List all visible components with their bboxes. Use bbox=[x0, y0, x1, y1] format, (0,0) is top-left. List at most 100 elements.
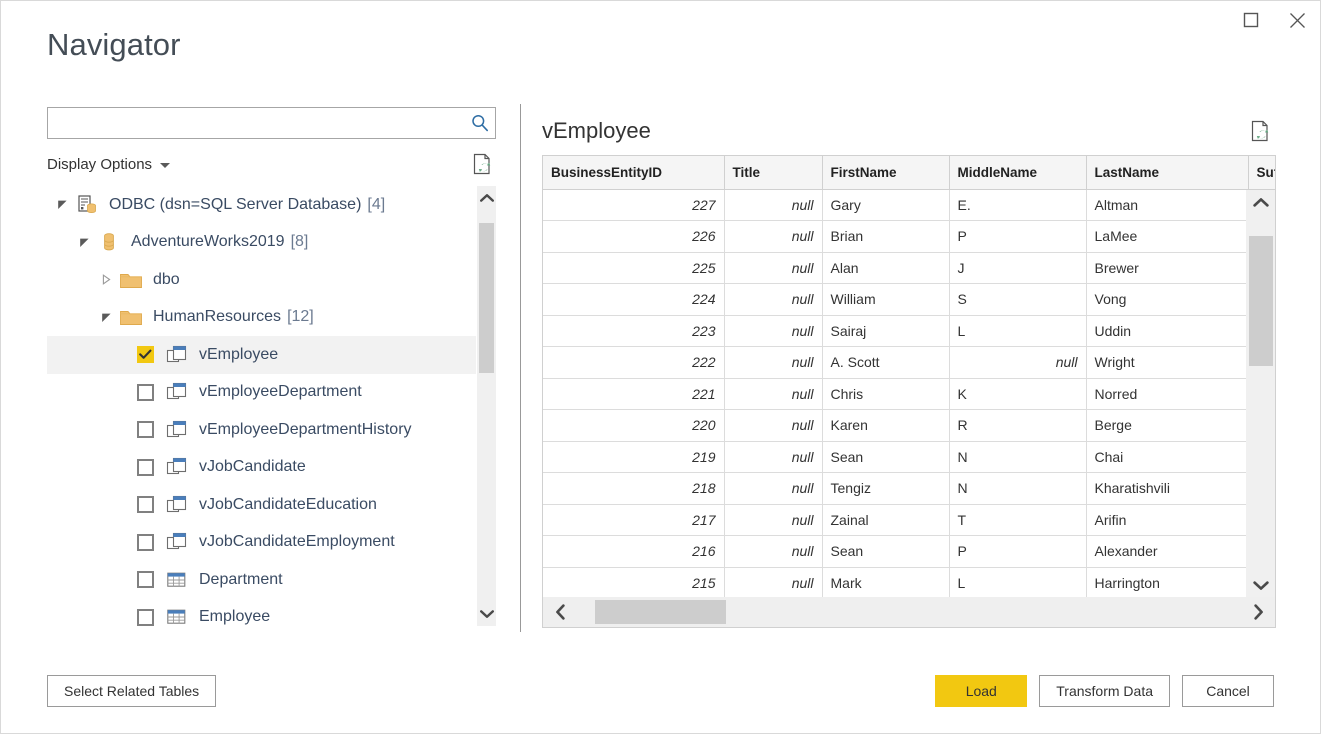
table-row[interactable]: 216nullSeanPAlexander bbox=[543, 536, 1276, 568]
table-row[interactable]: 226nullBrianPLaMee bbox=[543, 221, 1276, 253]
search-icon[interactable] bbox=[465, 108, 495, 138]
tree-scrollbar[interactable] bbox=[477, 186, 496, 626]
checkbox-checked[interactable] bbox=[137, 346, 154, 363]
cell-middlename: N bbox=[949, 473, 1086, 505]
expander-expanded-icon[interactable] bbox=[53, 186, 71, 224]
grid-scrollbar-thumb[interactable] bbox=[1249, 236, 1273, 366]
tree-item-label: vJobCandidateEducation bbox=[199, 496, 377, 514]
checkbox-unchecked[interactable] bbox=[137, 496, 154, 513]
cell-firstname: Mark bbox=[822, 567, 949, 599]
tree-item-count: [4] bbox=[367, 196, 385, 214]
cell-title: null bbox=[724, 441, 822, 473]
checkbox-unchecked[interactable] bbox=[137, 534, 154, 551]
refresh-preview-button[interactable] bbox=[1248, 119, 1272, 143]
checkbox-unchecked[interactable] bbox=[137, 384, 154, 401]
cell-firstname: Sean bbox=[822, 441, 949, 473]
tree-item-vjobcandidateeducation[interactable]: vJobCandidateEducation bbox=[47, 486, 476, 524]
grid-scroll-right-button[interactable] bbox=[1241, 597, 1275, 627]
preview-table: BusinessEntityIDTitleFirstNameMiddleName… bbox=[543, 156, 1276, 599]
expander-collapsed-icon[interactable] bbox=[97, 261, 115, 299]
table-icon bbox=[165, 569, 189, 591]
cell-middlename: N bbox=[949, 441, 1086, 473]
grid-horizontal-scrollbar[interactable] bbox=[543, 597, 1275, 627]
tree-item-vjobcandidateemployment[interactable]: vJobCandidateEmployment bbox=[47, 524, 476, 562]
column-header-title[interactable]: Title bbox=[724, 156, 822, 189]
checkbox-unchecked[interactable] bbox=[137, 459, 154, 476]
checkbox-unchecked[interactable] bbox=[137, 421, 154, 438]
cell-businessentityid: 227 bbox=[543, 189, 724, 221]
expander-expanded-icon[interactable] bbox=[97, 299, 115, 337]
grid-scroll-left-button[interactable] bbox=[543, 597, 577, 627]
tree-item-dbo[interactable]: dbo bbox=[47, 261, 476, 299]
tree-item-label: Department bbox=[199, 571, 283, 589]
select-related-tables-button[interactable]: Select Related Tables bbox=[47, 675, 216, 707]
table-row[interactable]: 221nullChrisKNorred bbox=[543, 378, 1276, 410]
tree-item-vemployee[interactable]: vEmployee bbox=[47, 336, 476, 374]
grid-hscroll-track[interactable] bbox=[577, 597, 1241, 627]
table-row[interactable]: 223nullSairajLUddin bbox=[543, 315, 1276, 347]
tree-node-list: ODBC (dsn=SQL Server Database) [4]Advent… bbox=[47, 186, 476, 626]
tree-item-adventureworks2019[interactable]: AdventureWorks2019 [8] bbox=[47, 224, 476, 262]
column-header-businessentityid[interactable]: BusinessEntityID bbox=[543, 156, 724, 189]
chevron-down-icon bbox=[160, 163, 170, 168]
table-header-row: BusinessEntityIDTitleFirstNameMiddleName… bbox=[543, 156, 1276, 189]
cell-businessentityid: 223 bbox=[543, 315, 724, 347]
table-row[interactable]: 222nullA. ScottnullWright bbox=[543, 347, 1276, 379]
expander-expanded-icon[interactable] bbox=[75, 224, 93, 262]
checkbox-unchecked[interactable] bbox=[137, 609, 154, 626]
panel-divider bbox=[520, 104, 521, 632]
tree-item-vemployeedepartmenthistory[interactable]: vEmployeeDepartmentHistory bbox=[47, 411, 476, 449]
table-row[interactable]: 220nullKarenRBerge bbox=[543, 410, 1276, 442]
tree-item-humanresources[interactable]: HumanResources [12] bbox=[47, 299, 476, 337]
view-icon bbox=[165, 494, 189, 516]
cell-firstname: A. Scott bbox=[822, 347, 949, 379]
column-header-firstname[interactable]: FirstName bbox=[822, 156, 949, 189]
grid-vertical-scrollbar[interactable] bbox=[1246, 190, 1275, 597]
search-input[interactable] bbox=[48, 109, 465, 137]
transform-data-button[interactable]: Transform Data bbox=[1039, 675, 1170, 707]
folder-icon bbox=[119, 269, 143, 291]
refresh-tree-button[interactable] bbox=[470, 151, 494, 177]
tree-scrollbar-thumb[interactable] bbox=[479, 223, 494, 373]
preview-title: vEmployee bbox=[542, 118, 651, 144]
column-header-middlename[interactable]: MiddleName bbox=[949, 156, 1086, 189]
grid-hscrollbar-thumb[interactable] bbox=[595, 600, 726, 624]
close-button[interactable] bbox=[1274, 1, 1320, 39]
maximize-icon bbox=[1243, 12, 1259, 28]
tree-item-vjobcandidate[interactable]: vJobCandidate bbox=[47, 449, 476, 487]
view-icon bbox=[165, 381, 189, 403]
tree-item-employee[interactable]: Employee bbox=[47, 599, 476, 627]
table-row[interactable]: 218nullTengizNKharatishvili bbox=[543, 473, 1276, 505]
table-row[interactable]: 225nullAlanJBrewer bbox=[543, 252, 1276, 284]
cell-middlename: P bbox=[949, 536, 1086, 568]
grid-scroll-up-button[interactable] bbox=[1246, 190, 1275, 214]
cell-middlename: P bbox=[949, 221, 1086, 253]
tree-item-odbc-dsn-sql-server-database[interactable]: ODBC (dsn=SQL Server Database) [4] bbox=[47, 186, 476, 224]
search-box[interactable] bbox=[47, 107, 496, 139]
page-title: Navigator bbox=[47, 29, 181, 60]
table-row[interactable]: 219nullSeanNChai bbox=[543, 441, 1276, 473]
tree-scroll-up-button[interactable] bbox=[477, 186, 496, 210]
column-header-suffix[interactable]: Suffix bbox=[1248, 156, 1276, 189]
expander-spacer bbox=[119, 336, 137, 374]
display-options-dropdown[interactable]: Display Options bbox=[47, 156, 170, 173]
tree-item-label: HumanResources bbox=[153, 308, 281, 326]
display-options-label: Display Options bbox=[47, 156, 152, 173]
tree-scroll-down-button[interactable] bbox=[477, 602, 496, 626]
cell-middlename: L bbox=[949, 315, 1086, 347]
tree-item-department[interactable]: Department bbox=[47, 561, 476, 599]
table-row[interactable]: 217nullZainalTArifin bbox=[543, 504, 1276, 536]
maximize-button[interactable] bbox=[1228, 1, 1274, 39]
cancel-button[interactable]: Cancel bbox=[1182, 675, 1274, 707]
column-header-lastname[interactable]: LastName bbox=[1086, 156, 1248, 189]
table-row[interactable]: 227nullGaryE.Altman bbox=[543, 189, 1276, 221]
checkbox-unchecked[interactable] bbox=[137, 571, 154, 588]
table-row[interactable]: 215nullMarkLHarrington bbox=[543, 567, 1276, 599]
cell-title: null bbox=[724, 473, 822, 505]
tree-item-vemployeedepartment[interactable]: vEmployeeDepartment bbox=[47, 374, 476, 412]
grid-scroll-down-button[interactable] bbox=[1246, 573, 1275, 597]
load-button[interactable]: Load bbox=[935, 675, 1027, 707]
table-row[interactable]: 224nullWilliamSVong bbox=[543, 284, 1276, 316]
cell-title: null bbox=[724, 189, 822, 221]
table-body: 227nullGaryE.Altman226nullBrianPLaMee225… bbox=[543, 189, 1276, 599]
